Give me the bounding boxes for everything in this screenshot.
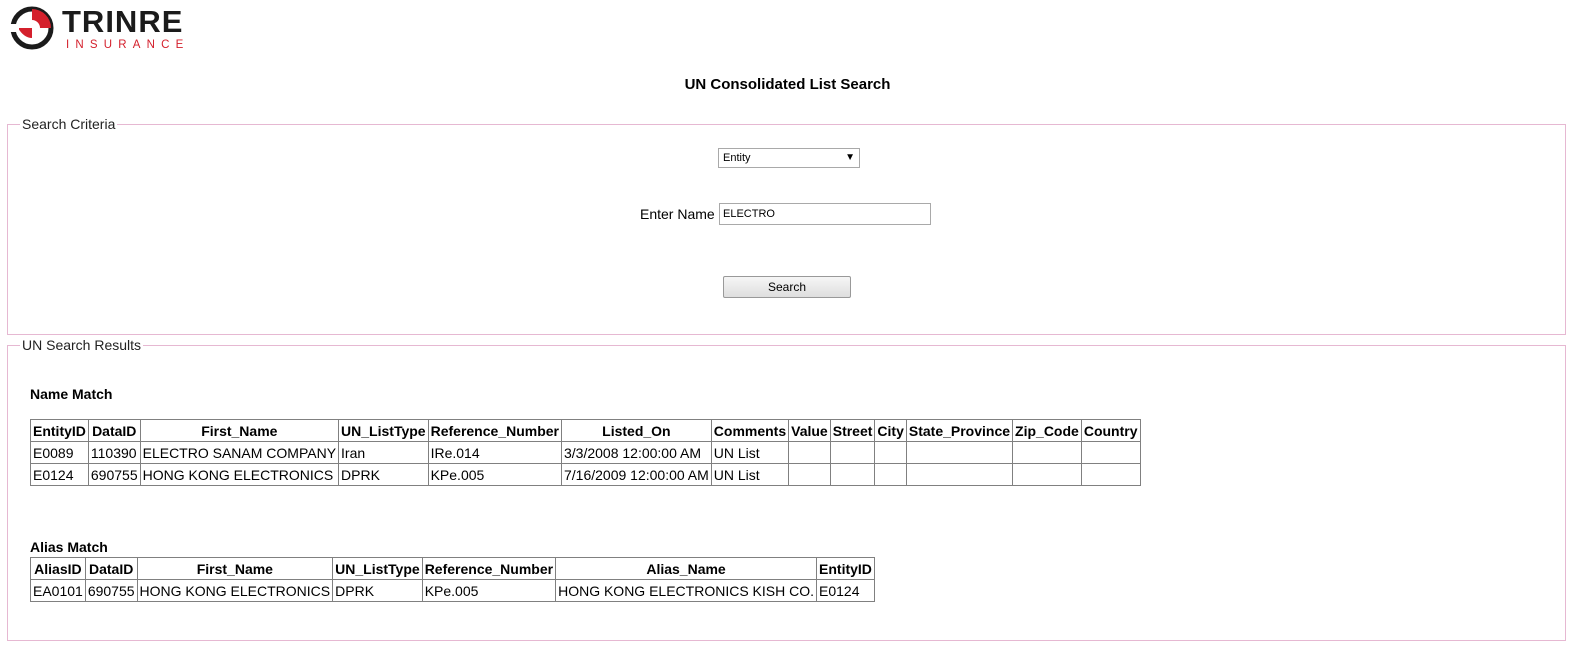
table-cell: 110390 — [87, 441, 141, 464]
table-cell: ELECTRO SANAM COMPANY — [139, 441, 340, 464]
table-cell — [829, 463, 876, 486]
table-cell: DPRK — [338, 463, 429, 486]
column-header: First_Name — [136, 557, 334, 580]
table-cell: HONG KONG ELECTRONICS — [136, 579, 334, 602]
name-match-title: Name Match — [30, 386, 113, 402]
table-cell — [788, 441, 831, 464]
table-cell: KPe.005 — [421, 579, 557, 602]
table-cell: DPRK — [332, 579, 423, 602]
column-header: EntityID — [816, 557, 875, 580]
table-cell — [788, 463, 831, 486]
column-header: AliasID — [30, 557, 86, 580]
table-cell: HONG KONG ELECTRONICS — [139, 463, 340, 486]
table-cell: UN List — [710, 441, 790, 464]
column-header: DataID — [87, 419, 141, 442]
dropdown-arrow-icon: ▼ — [845, 152, 855, 163]
name-input[interactable] — [719, 203, 931, 225]
column-header: Alias_Name — [555, 557, 818, 580]
table-cell — [1012, 441, 1082, 464]
search-button[interactable]: Search — [723, 276, 851, 298]
alias-match-table: AliasID DataID First_Name UN_ListType Refere… — [30, 557, 875, 602]
list-type-select[interactable]: Entity ▼ — [718, 148, 860, 168]
search-results-legend: UN Search Results — [22, 337, 142, 353]
table-row: E0124 690755 HONG KONG ELECTRONICS DPRK KPe.… — [30, 463, 1141, 486]
column-header: EntityID — [30, 419, 89, 442]
table-cell: 690755 — [87, 463, 141, 486]
logo-wordmark: TRINRE — [62, 4, 184, 39]
table-cell: EA0101 — [30, 579, 86, 602]
table-cell — [874, 441, 907, 464]
table-cell: Iran — [338, 441, 429, 464]
table-cell: E0089 — [30, 441, 89, 464]
column-header: Reference_Number — [427, 419, 562, 442]
table-cell — [905, 463, 1014, 486]
alias-match-title: Alias Match — [30, 539, 108, 555]
name-match-table: EntityID DataID First_Name UN_ListType Refer… — [30, 419, 1141, 486]
enter-name-label: Enter Name — [640, 206, 715, 222]
logo-mark-icon — [10, 6, 54, 50]
column-header: Reference_Number — [421, 557, 557, 580]
table-cell — [905, 441, 1014, 464]
table-cell: HONG KONG ELECTRONICS KISH CO. — [555, 579, 818, 602]
table-cell: 3/3/2008 12:00:00 AM — [560, 441, 712, 464]
column-header: First_Name — [139, 419, 340, 442]
table-cell: E0124 — [30, 463, 89, 486]
column-header: City — [874, 419, 907, 442]
column-header: Value — [788, 419, 831, 442]
table-cell: UN List — [710, 463, 790, 486]
trinre-logo: TRINRE INSURANCE — [10, 4, 200, 54]
table-cell: IRe.014 — [427, 441, 562, 464]
column-header: Zip_Code — [1012, 419, 1082, 442]
column-header: State_Province — [905, 419, 1014, 442]
table-cell: 690755 — [84, 579, 138, 602]
table-row: EA0101 690755 HONG KONG ELECTRONICS DPRK KPe… — [30, 579, 875, 602]
column-header: DataID — [84, 557, 138, 580]
table-cell — [829, 441, 876, 464]
table-cell: KPe.005 — [427, 463, 562, 486]
column-header: Street — [829, 419, 876, 442]
column-header: Listed_On — [560, 419, 712, 442]
table-cell — [1012, 463, 1082, 486]
table-cell: E0124 — [816, 579, 875, 602]
column-header: UN_ListType — [332, 557, 423, 580]
column-header: UN_ListType — [338, 419, 429, 442]
table-cell — [1080, 463, 1141, 486]
column-header: Country — [1080, 419, 1141, 442]
table-cell — [1080, 441, 1141, 464]
search-criteria-legend: Search Criteria — [22, 116, 116, 132]
logo-subtitle: INSURANCE — [66, 39, 190, 51]
table-row: E0089 110390 ELECTRO SANAM COMPANY Iran IRe.… — [30, 441, 1141, 464]
page-title: UN Consolidated List Search — [684, 76, 891, 93]
column-header: Comments — [710, 419, 790, 442]
table-cell: 7/16/2009 12:00:00 AM — [560, 463, 712, 486]
list-type-select-value: Entity — [723, 152, 751, 164]
table-cell — [874, 463, 907, 486]
